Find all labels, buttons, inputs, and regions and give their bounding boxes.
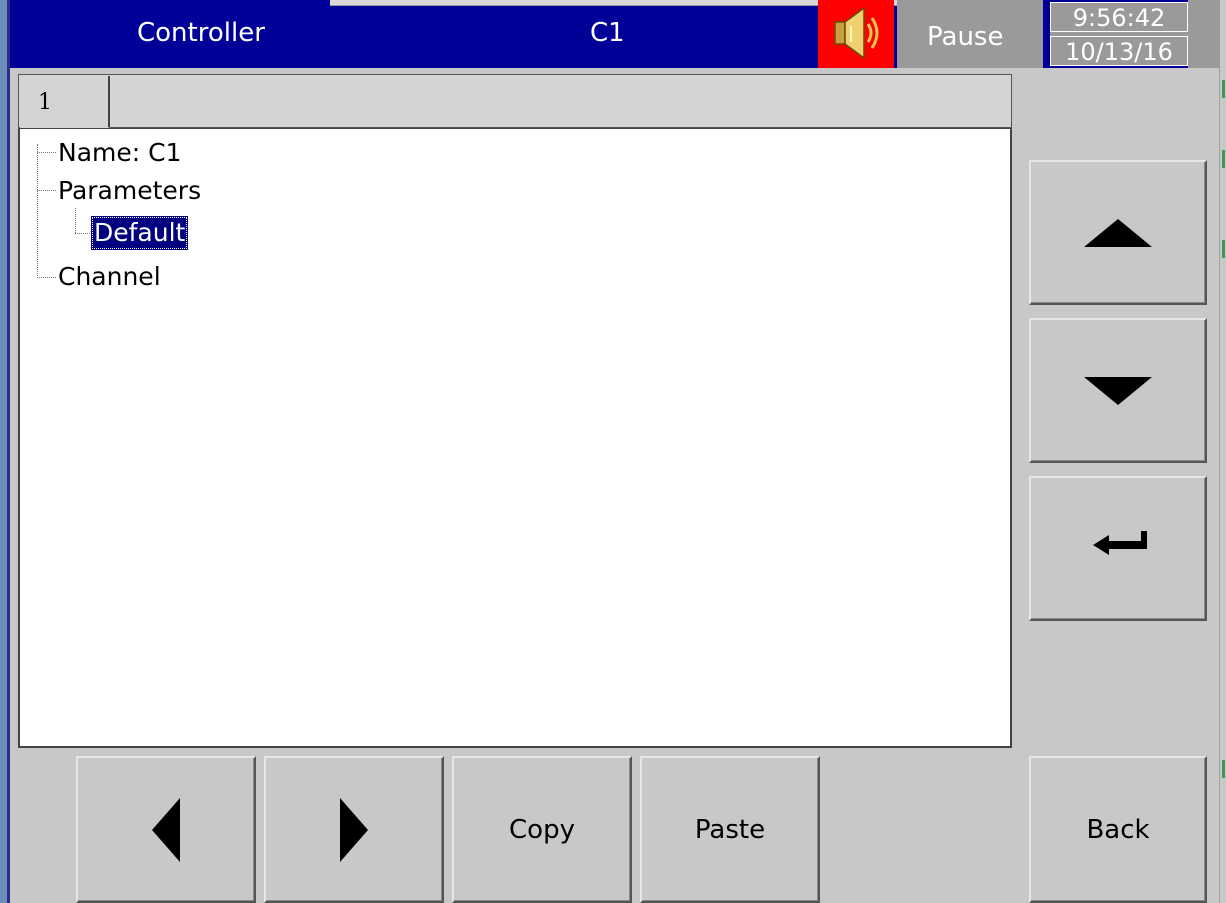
tab-bar: [18, 74, 1012, 128]
tree-item-default[interactable]: Default: [91, 216, 189, 250]
scroll-up-button[interactable]: [1029, 160, 1207, 305]
speaker-button[interactable]: [818, 0, 894, 68]
tab-1[interactable]: 1: [20, 76, 110, 128]
enter-arrow-icon: [1093, 531, 1147, 555]
paste-label: Paste: [694, 814, 766, 845]
triangle-right-icon: [340, 797, 368, 862]
edge-marker: [1222, 760, 1225, 778]
tree-connector: [37, 144, 38, 278]
pause-button[interactable]: Pause: [897, 0, 1043, 68]
tree-connector: [75, 233, 90, 234]
nav-right-button[interactable]: [264, 756, 444, 903]
date-display: 10/13/16: [1050, 36, 1188, 66]
tab-1-label: 1: [38, 90, 52, 115]
enter-button[interactable]: [1029, 476, 1207, 621]
window-edge-left-inner: [7, 0, 10, 903]
clock-display: 9:56:42 10/13/16: [1050, 2, 1188, 66]
header-right-cap: [1188, 0, 1220, 68]
page-title: Controller: [137, 18, 265, 48]
window-edge-left: [0, 0, 7, 903]
tree-connector: [37, 190, 56, 191]
pause-label: Pause: [927, 22, 1004, 52]
time-display: 9:56:42: [1050, 2, 1188, 32]
nav-left-button[interactable]: [76, 756, 256, 903]
speaker-icon: [834, 6, 879, 60]
edge-marker: [1222, 150, 1225, 168]
tree-connector: [37, 152, 56, 153]
scroll-down-button[interactable]: [1029, 318, 1207, 463]
controller-name: C1: [590, 18, 625, 48]
tree-view: Name: C1 Parameters Default Channel: [18, 128, 1012, 748]
back-label: Back: [1086, 814, 1150, 845]
tree-item-channel[interactable]: Channel: [58, 260, 161, 294]
triangle-down-icon: [1084, 376, 1152, 405]
header-top-strip: [330, 0, 900, 6]
edge-marker: [1222, 240, 1225, 258]
triangle-up-icon: [1084, 218, 1152, 247]
triangle-left-icon: [152, 797, 180, 862]
copy-button[interactable]: Copy: [452, 756, 632, 903]
edge-marker: [1222, 80, 1225, 98]
back-button[interactable]: Back: [1029, 756, 1207, 903]
paste-button[interactable]: Paste: [640, 756, 820, 903]
tree-item-name[interactable]: Name: C1: [58, 136, 182, 170]
tree-item-parameters[interactable]: Parameters: [58, 174, 201, 208]
copy-label: Copy: [509, 814, 575, 845]
window-edge-right: [1219, 0, 1226, 903]
tree-connector: [37, 277, 56, 278]
tree-connector: [75, 208, 76, 233]
